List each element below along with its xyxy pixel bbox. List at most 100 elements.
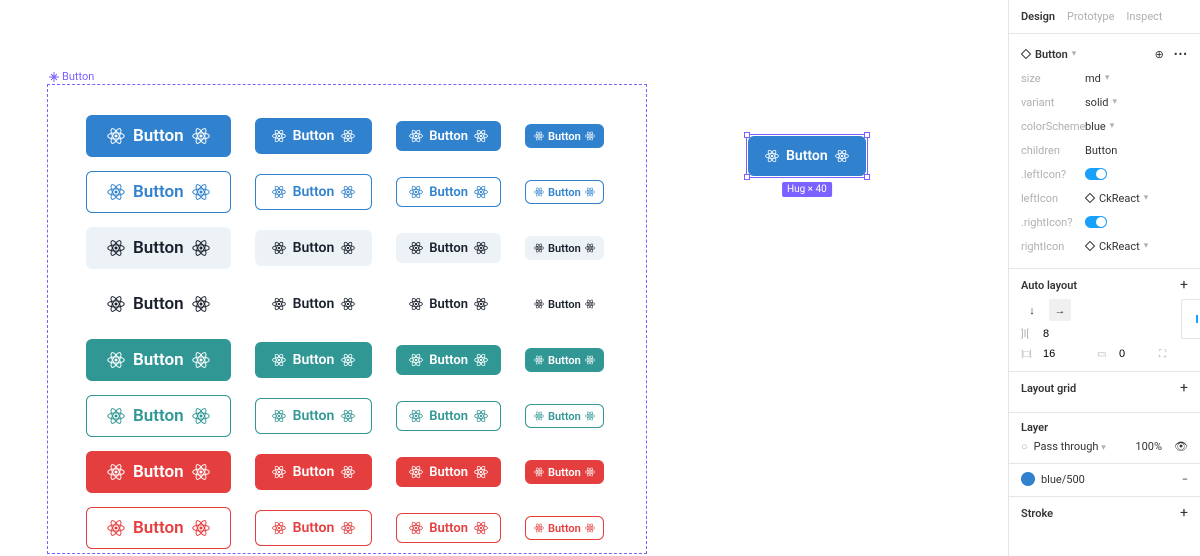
button-md-solid-blue[interactable]: Button: [255, 118, 373, 154]
button-md-solid-red[interactable]: Button: [255, 454, 373, 490]
row-gray-ghost: Button Button Button Button: [86, 283, 608, 325]
canvas[interactable]: Button Button Button Button Button Butto…: [0, 0, 1008, 556]
button-sm-outline-teal[interactable]: Button: [396, 401, 501, 431]
add-autolayout-icon[interactable]: +: [1180, 277, 1188, 293]
target-icon[interactable]: ⊕: [1155, 48, 1164, 61]
react-icon: [272, 353, 286, 367]
button-md-solid-teal[interactable]: Button: [255, 342, 373, 378]
react-icon: [107, 295, 125, 313]
direction-vertical[interactable]: ↓: [1021, 299, 1043, 321]
more-icon[interactable]: •••: [1174, 48, 1188, 61]
button-variant-frame[interactable]: Button Button Button Button Button Butto…: [47, 84, 647, 554]
button-sm-outline-red[interactable]: Button: [396, 513, 501, 543]
react-icon: [192, 407, 210, 425]
button-sm-solid-red[interactable]: Button: [396, 457, 501, 487]
react-icon: [474, 129, 488, 143]
righticon-toggle[interactable]: [1085, 216, 1107, 228]
layout-grid-section: Layout grid +: [1009, 372, 1200, 413]
react-icon: [107, 519, 125, 537]
blend-mode-value[interactable]: Pass through ▾: [1034, 440, 1106, 453]
react-icon: [585, 355, 595, 365]
button-lg-outline-red[interactable]: Button: [86, 507, 231, 549]
instance-icon: [1085, 241, 1095, 251]
react-icon: [272, 129, 286, 143]
resize-handle-tl[interactable]: [744, 132, 750, 138]
selected-button[interactable]: Button: [748, 136, 866, 176]
button-xs-solid-teal[interactable]: Button: [525, 348, 604, 372]
button-label: Button: [293, 520, 335, 536]
button-xs-solid-blue[interactable]: Button: [525, 124, 604, 148]
button-lg-ghost-gray[interactable]: Button: [86, 283, 231, 325]
component-link[interactable]: Button ▾: [1021, 48, 1155, 61]
padding-expand-icon[interactable]: ⛶: [1159, 349, 1173, 360]
button-xs-outline-blue[interactable]: Button: [525, 180, 604, 204]
button-lg-solid-red[interactable]: Button: [86, 451, 231, 493]
prop-lefticon-toggle-label: .leftIcon?: [1021, 168, 1085, 181]
resize-handle-bl[interactable]: [744, 174, 750, 180]
resize-handle-tr[interactable]: [864, 132, 870, 138]
button-md-outline-teal[interactable]: Button: [255, 398, 373, 434]
dimension-badge: Hug × 40: [782, 182, 832, 197]
tab-design[interactable]: Design: [1021, 10, 1055, 23]
opacity-value[interactable]: 100%: [1135, 440, 1162, 453]
button-sm-ghost-gray[interactable]: Button: [396, 289, 501, 319]
fill-swatch[interactable]: [1021, 472, 1035, 486]
spacing-input[interactable]: [1041, 327, 1077, 341]
button-xs-solid-gray[interactable]: Button: [525, 236, 604, 260]
selected-instance[interactable]: Button Hug × 40: [748, 136, 866, 176]
button-xs-solid-red[interactable]: Button: [525, 460, 604, 484]
button-label: Button: [133, 350, 184, 370]
button-label: Button: [293, 464, 335, 480]
padding-input[interactable]: [1041, 347, 1077, 361]
prop-size-value[interactable]: md▾: [1085, 72, 1188, 85]
button-lg-solid-gray[interactable]: Button: [86, 227, 231, 269]
tab-inspect[interactable]: Inspect: [1126, 10, 1162, 23]
row-gray-solid: Button Button Button Button: [86, 227, 608, 269]
button-label: Button: [548, 130, 581, 143]
fill-name[interactable]: blue/500: [1041, 473, 1085, 486]
prop-children-value[interactable]: Button: [1085, 144, 1188, 157]
react-icon: [534, 467, 544, 477]
button-md-outline-blue[interactable]: Button: [255, 174, 373, 210]
button-lg-outline-blue[interactable]: Button: [86, 171, 231, 213]
button-sm-solid-blue[interactable]: Button: [396, 121, 501, 151]
resize-handle-br[interactable]: [864, 174, 870, 180]
button-md-solid-gray[interactable]: Button: [255, 230, 373, 266]
prop-variant-value[interactable]: solid▾: [1085, 96, 1188, 109]
button-md-outline-red[interactable]: Button: [255, 510, 373, 546]
prop-lefticon-value[interactable]: CkReact▾: [1085, 192, 1188, 205]
react-icon: [474, 353, 488, 367]
layout-grid-title: Layout grid: [1021, 382, 1076, 395]
button-lg-solid-teal[interactable]: Button: [86, 339, 231, 381]
add-stroke-icon[interactable]: +: [1180, 505, 1188, 521]
frame-label[interactable]: Button: [49, 70, 94, 83]
button-label: Button: [133, 182, 184, 202]
button-sm-solid-teal[interactable]: Button: [396, 345, 501, 375]
button-xs-ghost-gray[interactable]: Button: [525, 292, 604, 316]
prop-scheme-value[interactable]: blue▾: [1085, 120, 1188, 133]
react-icon: [409, 241, 423, 255]
button-label: Button: [429, 129, 468, 144]
direction-horizontal[interactable]: →: [1049, 299, 1071, 321]
visibility-icon[interactable]: 👁: [1174, 440, 1188, 453]
tab-prototype[interactable]: Prototype: [1067, 10, 1114, 23]
detach-style-icon[interactable]: −: [1182, 473, 1188, 486]
lefticon-toggle[interactable]: [1085, 168, 1107, 180]
button-md-ghost-gray[interactable]: Button: [255, 286, 373, 322]
button-label: Button: [133, 406, 184, 426]
react-icon: [585, 187, 595, 197]
button-xs-outline-teal[interactable]: Button: [525, 404, 604, 428]
button-sm-solid-gray[interactable]: Button: [396, 233, 501, 263]
button-sm-outline-blue[interactable]: Button: [396, 177, 501, 207]
fill-section: blue/500 −: [1009, 464, 1200, 497]
prop-righticon-value[interactable]: CkReact▾: [1085, 240, 1188, 253]
alignment-grid[interactable]: [1181, 299, 1200, 339]
padding-v-icon: ▭: [1097, 349, 1111, 360]
blend-mode-icon: ○: [1021, 440, 1028, 453]
react-icon: [585, 523, 595, 533]
add-grid-icon[interactable]: +: [1180, 380, 1188, 396]
button-xs-outline-red[interactable]: Button: [525, 516, 604, 540]
button-lg-outline-teal[interactable]: Button: [86, 395, 231, 437]
button-lg-solid-blue[interactable]: Button: [86, 115, 231, 157]
padding2-input[interactable]: [1117, 347, 1153, 361]
